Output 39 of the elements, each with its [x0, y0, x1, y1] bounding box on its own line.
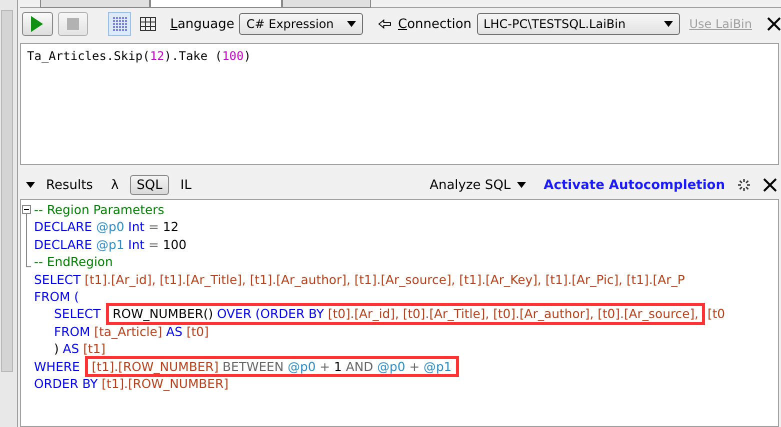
sql-line: FROM [ta_Article] AS [t0] [53, 322, 210, 340]
spinner-icon [737, 178, 751, 192]
text-view-button[interactable] [108, 12, 132, 36]
sql-line: DECLARE @p1 Int = 100 [33, 236, 188, 254]
arrow-icon [378, 19, 391, 29]
run-button[interactable] [22, 12, 53, 36]
sql-line: SELECT ROW_NUMBER() OVER (ORDER BY [t0].[Ar_id], [t0].[Ar_Title], [t0].[Ar_author], [t0].[Ar_source], [t0 [21, 305, 778, 323]
caret-icon [516, 182, 526, 188]
sql-line: SELECT [t1].[Ar_id], [t1].[Ar_Title], [t1].[Ar_author], [t1].[Ar_source], [t1].[Ar_Key], [t1].[Ar_Pic], [t1].[Ar_P [33, 270, 686, 288]
caret-icon [346, 21, 356, 27]
close-icon[interactable] [767, 17, 781, 31]
collapse-icon [26, 182, 35, 188]
grid-icon [140, 17, 156, 31]
scrollbar-thumb[interactable] [1, 10, 13, 372]
sql-line: DECLARE @p0 Int = 12 [33, 218, 180, 236]
sql-line: -- Region Parameters [33, 201, 166, 218]
results-tab[interactable]: Results [39, 175, 100, 195]
caret-icon [664, 21, 674, 27]
sql-line: -- EndRegion [33, 253, 114, 271]
sql-line: WHERE [t1].[ROW_NUMBER] BETWEEN @p0 + 1 AND @p0 + @p1 [21, 358, 778, 375]
play-icon [31, 16, 44, 32]
results-tab[interactable]: IL [173, 175, 198, 195]
connection-dropdown[interactable]: LHC-PC\TESTSQL.LaiBin [476, 13, 680, 35]
language-label: Language [170, 16, 234, 32]
results-tab[interactable]: SQL [130, 175, 170, 195]
autocompletion-link[interactable]: Activate Autocompletion [544, 178, 725, 192]
close-icon[interactable] [763, 178, 777, 192]
query-editor[interactable]: Ta_Articles.Skip(12).Take (100) [20, 43, 779, 165]
results-tab[interactable]: λ [104, 175, 126, 195]
analyze-sql-button[interactable]: Analyze SQL [426, 178, 530, 192]
collapse-icon[interactable] [22, 205, 31, 269]
connection-label: Connection [398, 16, 472, 32]
stop-icon [67, 18, 80, 30]
sql-line: ORDER BY [t1].[ROW_NUMBER] [33, 374, 230, 392]
query-tab[interactable] [282, 0, 371, 8]
sql-line: ) AS [t1] [53, 340, 107, 358]
sql-line: FROM ( [33, 288, 80, 306]
language-dropdown[interactable]: C# Expression [239, 13, 363, 35]
list-icon [112, 17, 128, 31]
